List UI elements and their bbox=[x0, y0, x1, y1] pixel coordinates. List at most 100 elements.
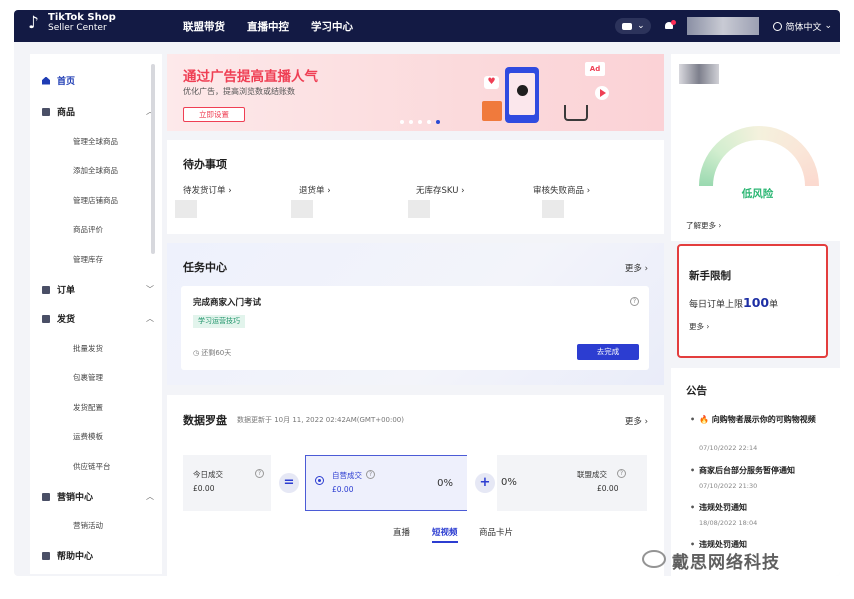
daily-order-limit: 每日订单上限100单 bbox=[689, 295, 778, 310]
sidebar-scrollbar[interactable] bbox=[151, 64, 155, 254]
play-icon bbox=[595, 86, 609, 100]
nav-affiliate[interactable]: 联盟带货 bbox=[183, 19, 225, 34]
banner-subtitle: 优化广告，提高浏览数或结账数 bbox=[183, 86, 295, 97]
chevron-up-icon: ︿ bbox=[146, 313, 154, 324]
sidebar-subitem[interactable]: 包裹管理 bbox=[73, 372, 103, 383]
question-icon[interactable]: ? bbox=[366, 470, 375, 479]
sidebar-subitem[interactable]: 管理全球商品 bbox=[73, 136, 118, 147]
sidebar-subitem[interactable]: 发货配置 bbox=[73, 402, 103, 413]
sidebar-subitem[interactable]: 管理库存 bbox=[73, 254, 103, 265]
banner-setup-button[interactable]: 立即设置 bbox=[183, 107, 245, 122]
top-nav: 联盟带货 直播中控 学习中心 bbox=[183, 10, 375, 42]
tiktok-shop-logo[interactable]: ♪ TikTok Shop Seller Center bbox=[28, 13, 116, 33]
sidebar-item-home[interactable]: 首页 bbox=[42, 74, 154, 87]
compass-title: 数据罗盘 bbox=[183, 412, 227, 428]
todo-pending-orders[interactable]: 待发货订单 › bbox=[183, 184, 232, 196]
tab-short-video[interactable]: 短视频 bbox=[432, 526, 458, 543]
tab-product-card[interactable]: 商品卡片 bbox=[479, 526, 513, 538]
messages-button[interactable]: ⌄ bbox=[615, 18, 651, 34]
risk-gauge bbox=[699, 126, 819, 186]
nav-learning-center[interactable]: 学习中心 bbox=[311, 19, 353, 34]
question-icon[interactable]: ? bbox=[617, 469, 626, 478]
metric-self-operated[interactable]: 自营成交 £0.00 ? 0% bbox=[305, 455, 467, 511]
home-icon bbox=[42, 77, 50, 85]
truck-icon bbox=[42, 315, 50, 323]
language-label: 简体中文 bbox=[785, 20, 821, 33]
plus-icon: + bbox=[475, 473, 495, 493]
phone-illustration bbox=[505, 67, 539, 123]
logo-line2: Seller Center bbox=[48, 23, 116, 33]
sidebar-item-shipping[interactable]: 发货 ︿ bbox=[42, 312, 154, 325]
announcement-item[interactable]: 违规处罚通知 bbox=[699, 502, 831, 514]
sidebar-subitem[interactable]: 批量发货 bbox=[73, 343, 103, 354]
sidebar-subitem[interactable]: 添加全球商品 bbox=[73, 165, 118, 176]
metric-today[interactable]: 今日成交 £0.00 ? bbox=[183, 455, 271, 511]
ad-badge: Ad bbox=[585, 62, 605, 76]
task-item: 完成商家入门考试 ? 学习运营技巧 ◷ 还剩60天 去完成 bbox=[181, 286, 649, 370]
sidebar-item-label: 首页 bbox=[57, 74, 75, 87]
learn-more-link[interactable]: 了解更多 › bbox=[686, 220, 721, 231]
todo-returns[interactable]: 退货单 › bbox=[299, 184, 331, 196]
metric-value: £0.00 bbox=[193, 484, 214, 493]
todo-failed-review[interactable]: 审核失败商品 › bbox=[533, 184, 590, 196]
task-more-link[interactable]: 更多 › bbox=[625, 262, 648, 274]
todo-out-of-stock[interactable]: 无库存SKU › bbox=[416, 184, 465, 196]
question-icon[interactable]: ? bbox=[630, 297, 639, 306]
announcement-item[interactable]: 🔥 向购物者展示你的可购物视频 bbox=[699, 414, 831, 426]
sidebar-subitem[interactable]: 营销活动 bbox=[73, 520, 103, 531]
equals-icon: = bbox=[279, 473, 299, 493]
sidebar-subitem[interactable]: 管理店铺商品 bbox=[73, 195, 118, 206]
novice-title: 新手限制 bbox=[689, 268, 731, 283]
radio-selected[interactable] bbox=[315, 476, 324, 485]
sidebar-subitem[interactable]: 供应链平台 bbox=[73, 461, 111, 472]
sidebar-item-orders[interactable]: 订单﹀ bbox=[42, 283, 154, 296]
top-right-actions: ⌄ 简体中文 ⌄ bbox=[615, 10, 832, 42]
tab-live[interactable]: 直播 bbox=[393, 526, 410, 538]
nav-live-console[interactable]: 直播中控 bbox=[247, 19, 289, 34]
metric-percent: 0% bbox=[437, 478, 453, 489]
sidebar-subitem[interactable]: 运费模板 bbox=[73, 431, 103, 442]
bell-icon[interactable] bbox=[663, 20, 675, 32]
metric-label: 今日成交 bbox=[193, 469, 223, 480]
logo-line1: TikTok Shop bbox=[48, 13, 116, 23]
sidebar-subitem[interactable]: 商品评价 bbox=[73, 224, 103, 235]
order-icon bbox=[42, 286, 50, 294]
chevron-up-icon: ︿ bbox=[146, 491, 154, 502]
risk-level: 低风险 bbox=[671, 186, 840, 201]
limit-value: 100 bbox=[743, 295, 769, 310]
sidebar-item-label: 商品 bbox=[57, 105, 75, 118]
sidebar: 首页 商品︿ 管理全球商品 添加全球商品 管理店铺商品 商品评价 管理库存 订单… bbox=[30, 54, 162, 574]
carousel-dots[interactable] bbox=[400, 120, 440, 124]
limit-prefix: 每日订单上限 bbox=[689, 300, 743, 310]
task-name: 完成商家入门考试 bbox=[193, 296, 261, 308]
promo-banner[interactable]: 通过广告提高直播人气 优化广告，提高浏览数或结账数 立即设置 ♥ Ad bbox=[167, 54, 664, 131]
metric-label: 自营成交 bbox=[332, 470, 362, 481]
task-center-title: 任务中心 bbox=[183, 259, 227, 275]
compass-more-link[interactable]: 更多 › bbox=[625, 415, 648, 427]
sidebar-item-marketing[interactable]: 营销中心︿ bbox=[42, 490, 154, 503]
watermark: 戴思网络科技 bbox=[672, 548, 780, 573]
metric-percent: 0% bbox=[501, 477, 517, 488]
sidebar-item-label: 帮助中心 bbox=[57, 549, 93, 562]
product-icon bbox=[42, 108, 50, 116]
todo-card: 待办事项 待发货订单 › 退货单 › 无库存SKU › 审核失败商品 › bbox=[167, 140, 664, 234]
task-complete-button[interactable]: 去完成 bbox=[577, 344, 639, 360]
sidebar-item-help[interactable]: 帮助中心 bbox=[42, 549, 154, 562]
sidebar-item-label: 发货 bbox=[57, 312, 75, 325]
language-switcher[interactable]: 简体中文 ⌄ bbox=[773, 20, 832, 33]
announcement-date: 18/08/2022 18:04 bbox=[699, 519, 757, 527]
task-center-card: 任务中心 更多 › 完成商家入门考试 ? 学习运营技巧 ◷ 还剩60天 去完成 bbox=[167, 243, 664, 385]
account-menu[interactable] bbox=[687, 17, 759, 35]
task-tag: 学习运营技巧 bbox=[193, 315, 245, 328]
message-icon bbox=[622, 23, 632, 30]
novice-limit-card: 新手限制 每日订单上限100单 更多 › bbox=[677, 244, 828, 358]
metric-value: £0.00 bbox=[332, 485, 353, 494]
announcement-item[interactable]: 商家后台部分服务暂停通知 bbox=[699, 465, 831, 477]
redacted-count bbox=[175, 200, 197, 218]
megaphone-icon bbox=[42, 493, 50, 501]
question-icon[interactable]: ? bbox=[255, 469, 264, 478]
tiktok-icon: ♪ bbox=[28, 13, 44, 33]
sidebar-item-products[interactable]: 商品︿ bbox=[42, 105, 154, 118]
novice-more-link[interactable]: 更多 › bbox=[689, 321, 709, 332]
metric-affiliate[interactable]: 0% 联盟成交 £0.00 ? bbox=[497, 455, 647, 511]
